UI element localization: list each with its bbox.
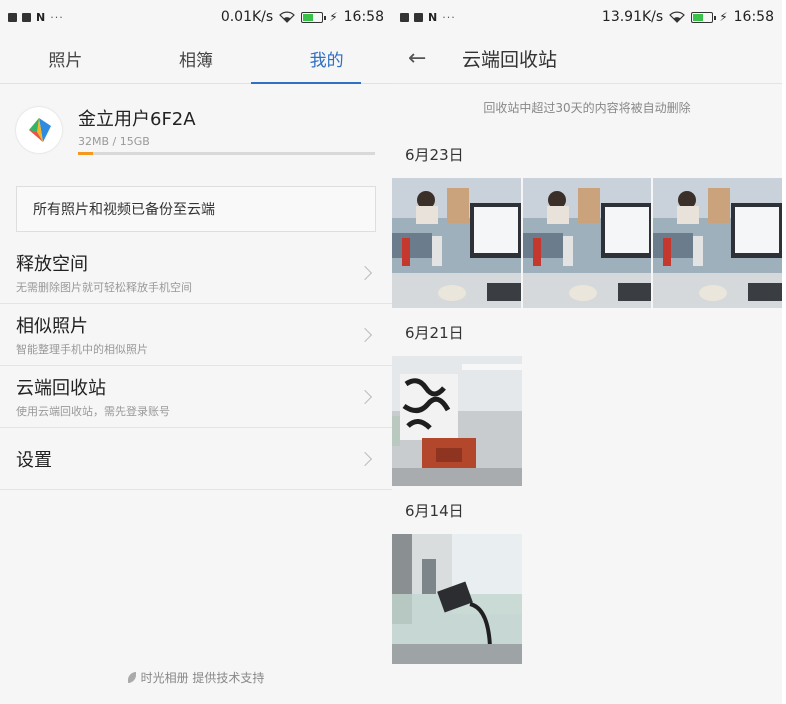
page-title: 云端回收站 [462, 49, 558, 71]
storage-progress-bar [78, 152, 375, 155]
date-header: 6月23日 [405, 145, 464, 164]
chevron-right-icon [357, 327, 373, 342]
profile-card[interactable]: 金立用户6F2A 32MB / 15GB [0, 84, 392, 176]
menu-item-similar-photos[interactable]: 相似照片 智能整理手机中的相似照片 [0, 304, 392, 366]
menu-item-title: 释放空间 [16, 254, 88, 275]
clock: 16:58 [343, 9, 384, 25]
menu-item-subtitle: 无需删除图片就可轻松释放手机空间 [16, 281, 192, 294]
nfc-icon: N [428, 10, 438, 24]
office-desk-photo [522, 178, 652, 308]
battery-icon [691, 11, 717, 23]
network-speed: 13.91K/s [601, 9, 664, 25]
menu-item-settings[interactable]: 设置 [0, 428, 392, 490]
desk-lamp-photo [392, 534, 522, 664]
chevron-right-icon [357, 265, 373, 280]
menu-item-subtitle: 智能整理手机中的相似照片 [16, 343, 148, 356]
powered-by-footer: 时光相册 提供技术支持 [0, 669, 392, 686]
menu-item-title: 云端回收站 [16, 378, 106, 399]
status-bar: N ··· 13.91K/s ⚡ 16:58 [392, 0, 782, 34]
active-tab-indicator [251, 82, 361, 84]
office-desk-photo [653, 178, 782, 308]
date-header: 6月14日 [405, 501, 464, 520]
tab-photos[interactable]: 照片 [0, 34, 131, 83]
app-notification-icon [414, 12, 423, 22]
photo-thumbnail[interactable] [392, 534, 522, 664]
user-name: 金立用户6F2A [78, 109, 196, 130]
photo-thumbnail[interactable] [392, 356, 522, 486]
my-page-screen: N ··· 0.01K/s ⚡ 16:58 照片 相簿 我的 金立用户6F2A [0, 0, 392, 704]
leaf-icon [127, 672, 136, 683]
back-arrow-icon[interactable]: ← [408, 46, 448, 71]
app-bar: ← 云端回收站 [392, 34, 782, 84]
auto-delete-notice: 回收站中超过30天的内容将被自动删除 [483, 100, 691, 115]
notification-icon [400, 12, 409, 22]
menu-item-subtitle: 使用云端回收站，需先登录账号 [16, 405, 170, 418]
app-logo-icon [29, 118, 51, 142]
more-notifications-icon: ··· [442, 10, 456, 24]
network-speed: 0.01K/s [220, 9, 274, 25]
menu-item-free-space[interactable]: 释放空间 无需删除图片就可轻松释放手机空间 [0, 242, 392, 304]
office-desk-photo [392, 178, 521, 308]
photo-thumbnail[interactable] [653, 178, 782, 308]
backup-status-text: 所有照片和视频已备份至云端 [33, 202, 215, 218]
tab-mine[interactable]: 我的 [261, 34, 392, 83]
photo-thumbnail[interactable] [392, 178, 521, 308]
nfc-icon: N [36, 10, 46, 24]
menu-item-cloud-recycle-bin[interactable]: 云端回收站 使用云端回收站，需先登录账号 [0, 366, 392, 428]
date-header: 6月21日 [405, 323, 464, 342]
footer-text: 时光相册 提供技术支持 [140, 671, 265, 685]
cloud-recycle-bin-screen: N ··· 13.91K/s ⚡ 16:58 ← 云端回收站 回收站中超过30天… [392, 0, 782, 704]
clock: 16:58 [733, 9, 774, 25]
wifi-icon [279, 11, 296, 23]
more-notifications-icon: ··· [50, 10, 64, 24]
backup-status-card: 所有照片和视频已备份至云端 [16, 186, 376, 232]
settings-menu: 释放空间 无需删除图片就可轻松释放手机空间 相似照片 智能整理手机中的相似照片 … [0, 242, 392, 490]
charging-icon: ⚡ [329, 10, 338, 24]
photo-thumbnail[interactable] [522, 178, 652, 308]
avatar [16, 107, 62, 153]
tab-albums[interactable]: 相簿 [131, 34, 262, 83]
wifi-icon [669, 11, 686, 23]
notification-icon [8, 12, 17, 22]
chevron-right-icon [357, 389, 373, 404]
menu-item-title: 相似照片 [16, 316, 88, 337]
battery-icon [301, 11, 327, 23]
main-tabs: 照片 相簿 我的 [0, 34, 392, 84]
status-bar: N ··· 0.01K/s ⚡ 16:58 [0, 0, 392, 34]
photo-grid [392, 178, 782, 308]
app-notification-icon [22, 12, 31, 22]
charging-icon: ⚡ [719, 10, 728, 24]
menu-item-title: 设置 [16, 449, 52, 471]
photo-grid [392, 356, 782, 486]
photo-grid [392, 534, 782, 664]
desk-box-photo [392, 356, 522, 486]
storage-quota: 32MB / 15GB [78, 135, 150, 148]
storage-progress-fill [78, 152, 93, 155]
chevron-right-icon [357, 451, 373, 466]
